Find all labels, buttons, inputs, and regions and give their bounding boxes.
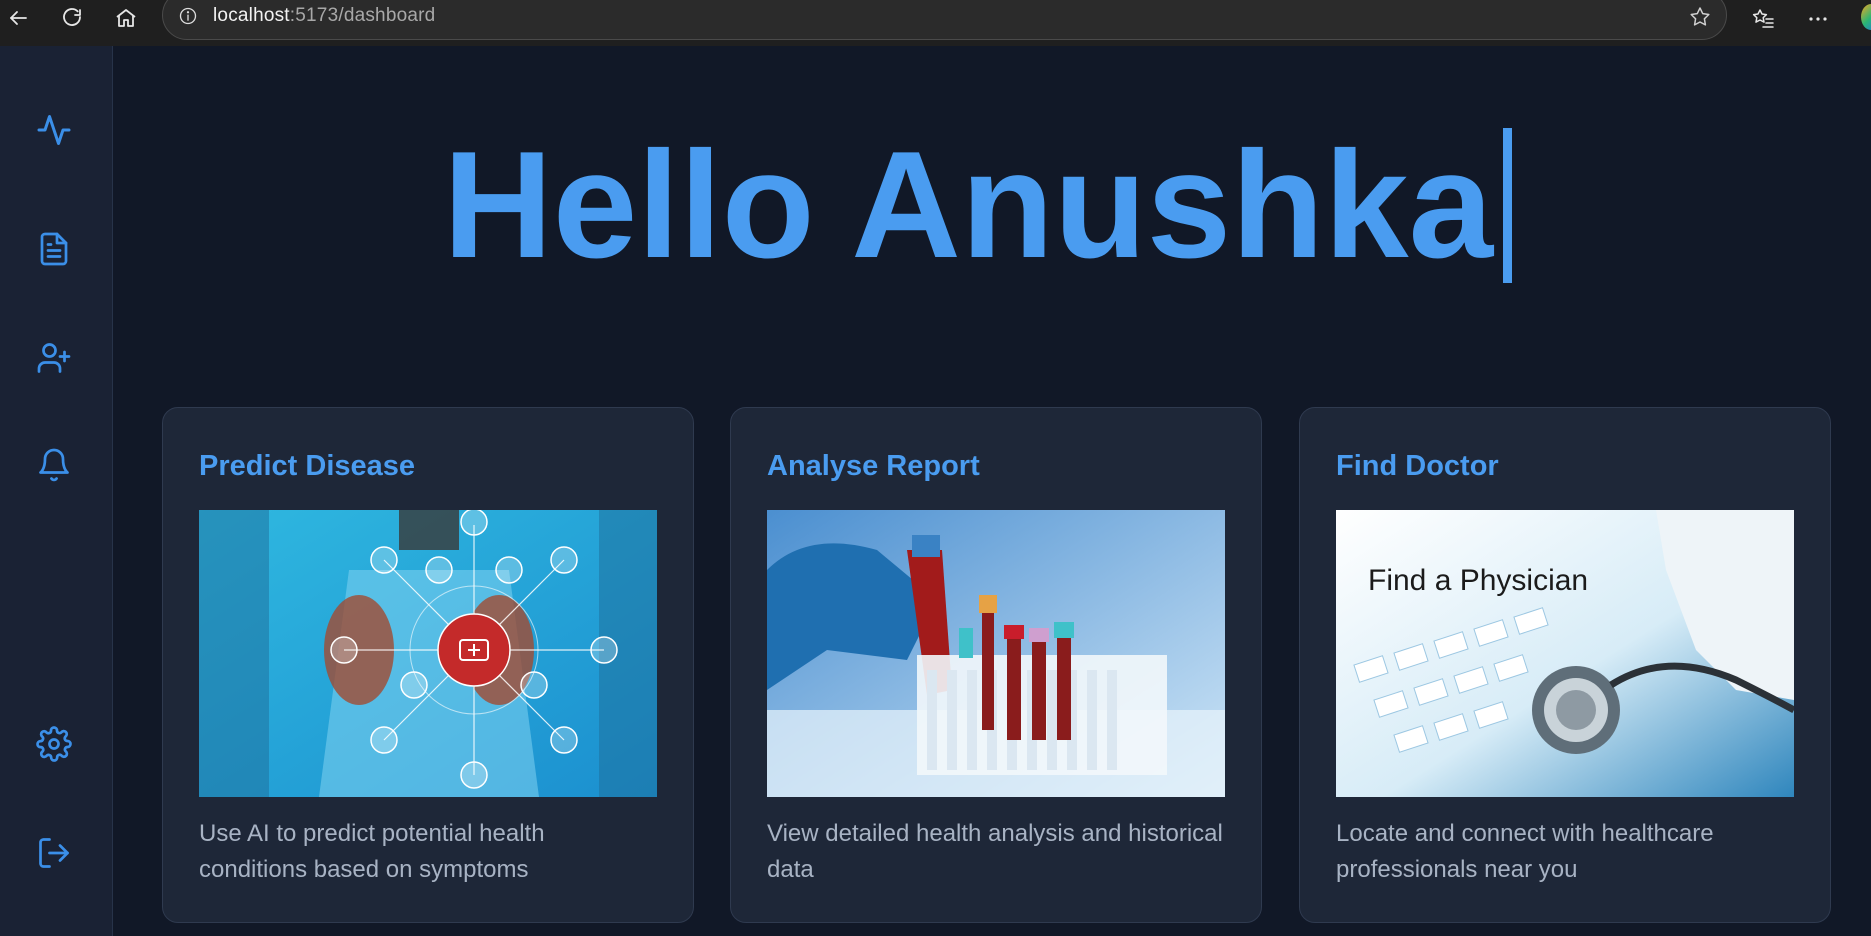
greeting-text: Hello Anushka xyxy=(443,120,1494,290)
card-predict-disease[interactable]: Predict Disease Use AI to predict potent… xyxy=(162,407,694,923)
sidebar-item-notifications[interactable] xyxy=(28,439,80,491)
url-text[interactable]: localhost:5173/dashboard xyxy=(213,5,435,27)
settings-more-button[interactable] xyxy=(1798,2,1838,36)
favorites-list-icon xyxy=(1752,9,1774,28)
card-title: Analyse Report xyxy=(767,450,980,482)
greeting-heading: Hello Anushka xyxy=(443,120,1513,290)
typing-cursor xyxy=(1503,127,1513,283)
card-description: Locate and connect with healthcare profe… xyxy=(1336,820,1714,883)
sidebar-item-activity[interactable] xyxy=(28,104,80,156)
card-image-find-doctor: Find a Physician xyxy=(1336,510,1794,797)
url-path: :5173/dashboard xyxy=(289,5,436,26)
activity-icon xyxy=(37,115,71,145)
reload-icon xyxy=(63,8,81,26)
user-plus-icon xyxy=(37,343,71,373)
address-bar[interactable]: localhost:5173/dashboard xyxy=(162,0,1727,40)
more-horizontal-icon xyxy=(1809,17,1827,21)
url-host: localhost xyxy=(213,5,290,26)
file-text-icon xyxy=(40,232,68,266)
site-info-icon[interactable] xyxy=(177,5,199,27)
card-description: Use AI to predict potential health condi… xyxy=(199,820,545,883)
back-button[interactable] xyxy=(0,0,40,36)
logout-icon xyxy=(39,838,69,868)
favorite-star-icon[interactable] xyxy=(1686,3,1714,31)
image-caption-text: Find a Physician xyxy=(1368,564,1588,597)
card-find-doctor[interactable]: Find Doctor Find a Physician Locate and … xyxy=(1299,407,1831,923)
sidebar-item-settings[interactable] xyxy=(28,718,80,770)
favorites-button[interactable] xyxy=(1743,2,1783,36)
sidebar-item-reports[interactable] xyxy=(28,223,80,275)
card-image-predict-disease xyxy=(199,510,657,797)
lab-test-tubes-illustration xyxy=(767,510,1225,797)
gear-icon xyxy=(36,726,72,762)
sidebar-item-logout[interactable] xyxy=(28,827,80,879)
card-title: Predict Disease xyxy=(199,450,416,482)
browser-toolbar: localhost:5173/dashboard xyxy=(0,0,1871,46)
card-analyse-report[interactable]: Analyse Report View detailed health anal… xyxy=(730,407,1262,923)
physician-keyboard-illustration: Find a Physician xyxy=(1336,510,1794,797)
home-button[interactable] xyxy=(104,0,148,36)
reload-button[interactable] xyxy=(50,0,94,36)
copilot-icon[interactable] xyxy=(1861,4,1871,30)
medical-ai-illustration xyxy=(199,510,657,797)
sidebar xyxy=(0,46,113,936)
home-icon xyxy=(116,9,136,27)
card-description: View detailed health analysis and histor… xyxy=(767,820,1223,883)
card-image-analyse-report xyxy=(767,510,1225,797)
card-title: Find Doctor xyxy=(1336,450,1499,482)
sidebar-item-add-user[interactable] xyxy=(28,332,80,384)
arrow-left-icon xyxy=(10,11,27,25)
bell-icon xyxy=(39,448,69,482)
